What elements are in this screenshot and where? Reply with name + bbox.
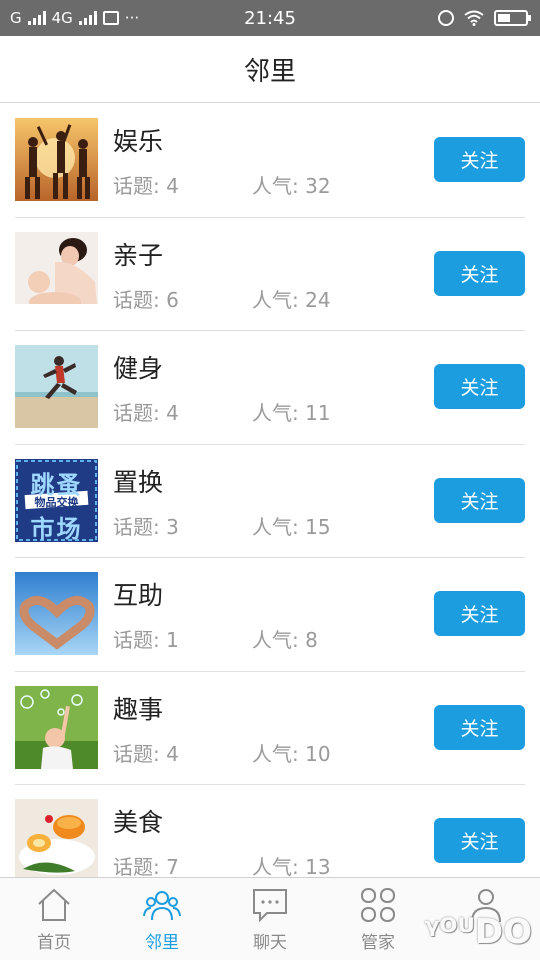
popularity-count: 人气: 32 [252, 174, 331, 198]
list-item[interactable]: 趣事 话题: 4 人气: 10 关注 [15, 672, 525, 785]
running-photo [15, 345, 98, 428]
popularity-count: 人气: 8 [252, 628, 318, 652]
topic-count: 话题: 7 [113, 855, 179, 877]
tab-butler[interactable]: 管家 [324, 878, 432, 960]
group-name: 互助 [113, 581, 164, 610]
popularity-count: 人气: 13 [252, 855, 331, 877]
people-icon [143, 891, 181, 921]
thumb-text-bottom: 市场 [30, 514, 83, 542]
tab-label: 管家 [361, 933, 395, 953]
group-name: 娱乐 [113, 127, 164, 156]
group-name: 美食 [113, 808, 164, 837]
tab-label: 邻里 [145, 933, 179, 953]
wifi-icon [464, 10, 484, 26]
thumb-text-mid: 物品交换 [34, 495, 79, 509]
parent-child-photo [15, 231, 98, 315]
list-item[interactable]: 互助 话题: 1 人气: 8 关注 [15, 558, 525, 672]
topic-count: 话题: 4 [113, 401, 179, 425]
page-header: 邻里 [0, 36, 540, 103]
chat-icon [253, 889, 287, 923]
grid-icon [361, 888, 395, 922]
list-item[interactable]: 跳蚤 物品交换 市场 置换 话题: 3 人气: 15 关注 [15, 445, 525, 558]
status-right [438, 10, 531, 26]
tab-chat[interactable]: 聊天 [216, 878, 324, 960]
follow-button[interactable]: 关注 [434, 364, 525, 409]
follow-button[interactable]: 关注 [434, 591, 525, 636]
topic-count: 话题: 6 [113, 287, 179, 312]
topic-count: 话题: 4 [113, 174, 179, 198]
group-name: 置换 [113, 467, 164, 497]
group-name: 健身 [113, 354, 164, 383]
popularity-count: 人气: 15 [252, 514, 331, 539]
home-icon [38, 888, 70, 921]
list-item[interactable]: 美食 话题: 7 人气: 13 关注 [15, 785, 525, 877]
food-plate-photo [15, 799, 98, 877]
bottom-tab-bar: 首页 邻里 聊天 管家 ᵞᴼᵁ𝗗𝗢 [0, 877, 540, 960]
topic-count: 话题: 3 [113, 514, 179, 539]
list-item[interactable]: 亲子 话题: 6 人气: 24 关注 [15, 218, 525, 331]
topic-count: 话题: 1 [113, 628, 179, 652]
list-item[interactable]: 娱乐 话题: 4 人气: 32 关注 [15, 104, 525, 218]
child-bubbles-photo [15, 685, 98, 769]
follow-button[interactable]: 关注 [434, 818, 525, 863]
tab-home[interactable]: 首页 [0, 878, 108, 960]
watermark-logo: ᵞᴼᵁ𝗗𝗢 [424, 912, 532, 952]
status-bar: G 4G ··· 21:45 [0, 0, 540, 36]
topic-count: 话题: 4 [113, 741, 179, 766]
tab-neighbors[interactable]: 邻里 [108, 878, 216, 960]
group-name: 趣事 [113, 694, 164, 724]
tab-label: 首页 [37, 933, 71, 953]
follow-button[interactable]: 关注 [434, 250, 525, 296]
popularity-count: 人气: 10 [252, 741, 331, 766]
battery-icon [494, 10, 531, 26]
group-name: 亲子 [113, 240, 164, 270]
list-item[interactable]: 健身 话题: 4 人气: 11 关注 [15, 331, 525, 445]
follow-button[interactable]: 关注 [434, 137, 525, 182]
page-title: 邻里 [243, 56, 296, 87]
heart-hands-photo [15, 572, 98, 655]
follow-button[interactable]: 关注 [434, 704, 525, 750]
popularity-count: 人气: 11 [252, 401, 331, 425]
flea-market-sign: 跳蚤 物品交换 市场 [15, 458, 98, 542]
tab-label: 聊天 [253, 933, 287, 953]
popularity-count: 人气: 24 [252, 287, 331, 312]
group-list[interactable]: 娱乐 话题: 4 人气: 32 关注 亲子 话题: 6 人气: 24 关注 健身… [0, 104, 540, 877]
alarm-icon [438, 10, 454, 26]
follow-button[interactable]: 关注 [434, 477, 525, 523]
party-photo [15, 118, 98, 201]
